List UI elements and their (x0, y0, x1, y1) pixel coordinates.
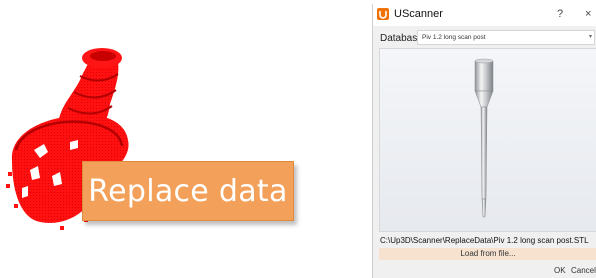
close-button[interactable]: × (585, 8, 591, 20)
cancel-button[interactable]: Cancel (571, 266, 596, 275)
scan-model-image (6, 48, 129, 230)
scan-post-render (474, 58, 494, 218)
database-select[interactable]: Piv 1.2 long scan post ▾ (417, 30, 595, 45)
ok-button[interactable]: OK (554, 266, 566, 275)
stl-path-field[interactable]: C:\Up3D\Scanner\ReplaceData\Piv 1.2 long… (380, 236, 596, 247)
chevron-down-icon: ▾ (588, 34, 592, 40)
database-selected-value: Piv 1.2 long scan post (422, 34, 486, 41)
replace-data-callout: Replace data (82, 161, 294, 221)
uscanner-logo-icon (377, 8, 389, 20)
window-title: UScanner (394, 8, 443, 20)
uscanner-dialog: UScanner ? × Database Piv 1.2 long scan … (372, 4, 596, 278)
illustration-panel: Replace data (0, 0, 340, 278)
load-from-file-button[interactable]: Load from file... (379, 248, 596, 260)
title-bar: UScanner ? × (373, 4, 596, 26)
help-button[interactable]: ? (557, 8, 563, 20)
model-preview[interactable] (379, 48, 596, 232)
